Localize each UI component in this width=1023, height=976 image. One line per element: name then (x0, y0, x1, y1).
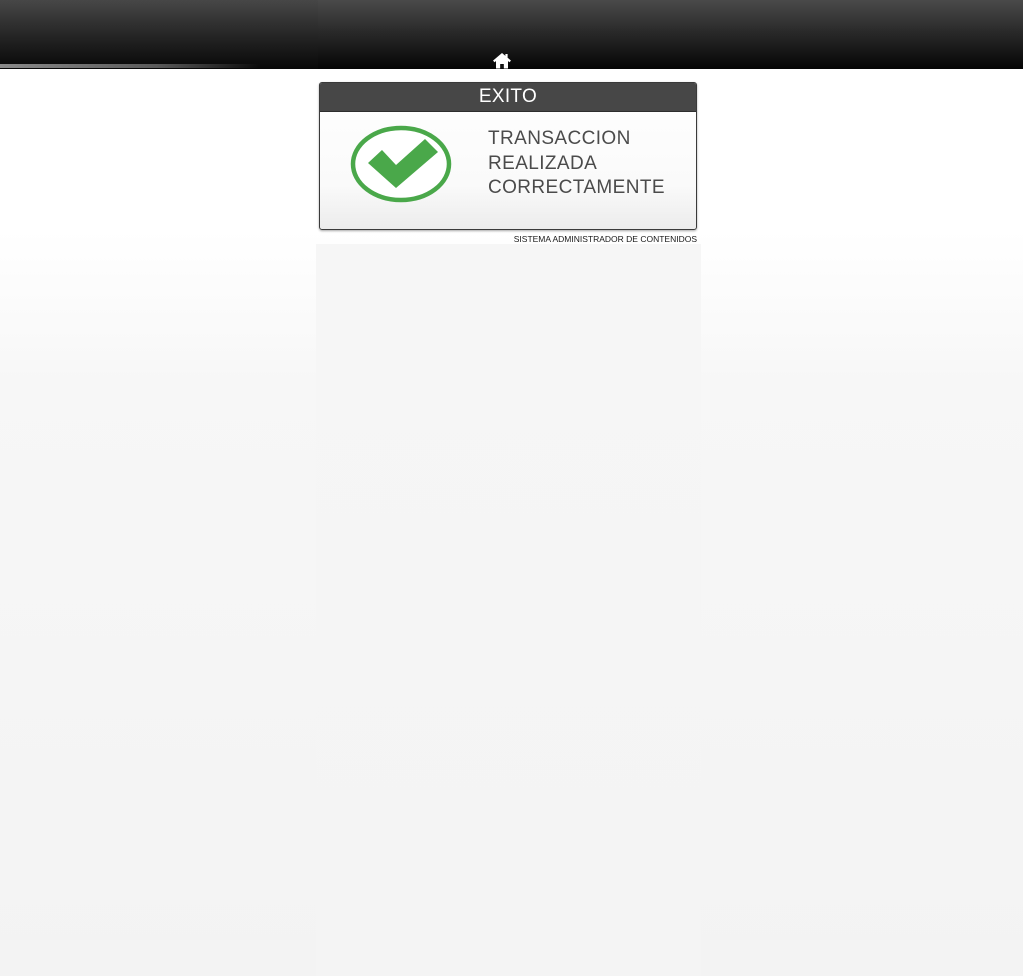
system-caption: SISTEMA ADMINISTRADOR DE CONTENIDOS (513, 234, 697, 244)
dialog-message: TRANSACCION REALIZADA CORRECTAMENTE (488, 127, 665, 201)
home-button[interactable] (492, 52, 512, 69)
message-line: REALIZADA (488, 152, 598, 174)
check-circle-icon (350, 125, 452, 203)
top-navigation-bar (0, 0, 1023, 69)
content-column (316, 244, 701, 976)
home-icon (493, 53, 511, 69)
message-line: TRANSACCION (488, 128, 631, 149)
dialog-title: EXITO (320, 83, 696, 112)
message-line: CORRECTAMENTE (488, 177, 665, 198)
top-bar-highlight (0, 64, 260, 68)
success-dialog: EXITO TRANSACCION REALIZADA CORRECTAMENT… (319, 82, 697, 230)
top-bar-left-panel (0, 0, 318, 69)
